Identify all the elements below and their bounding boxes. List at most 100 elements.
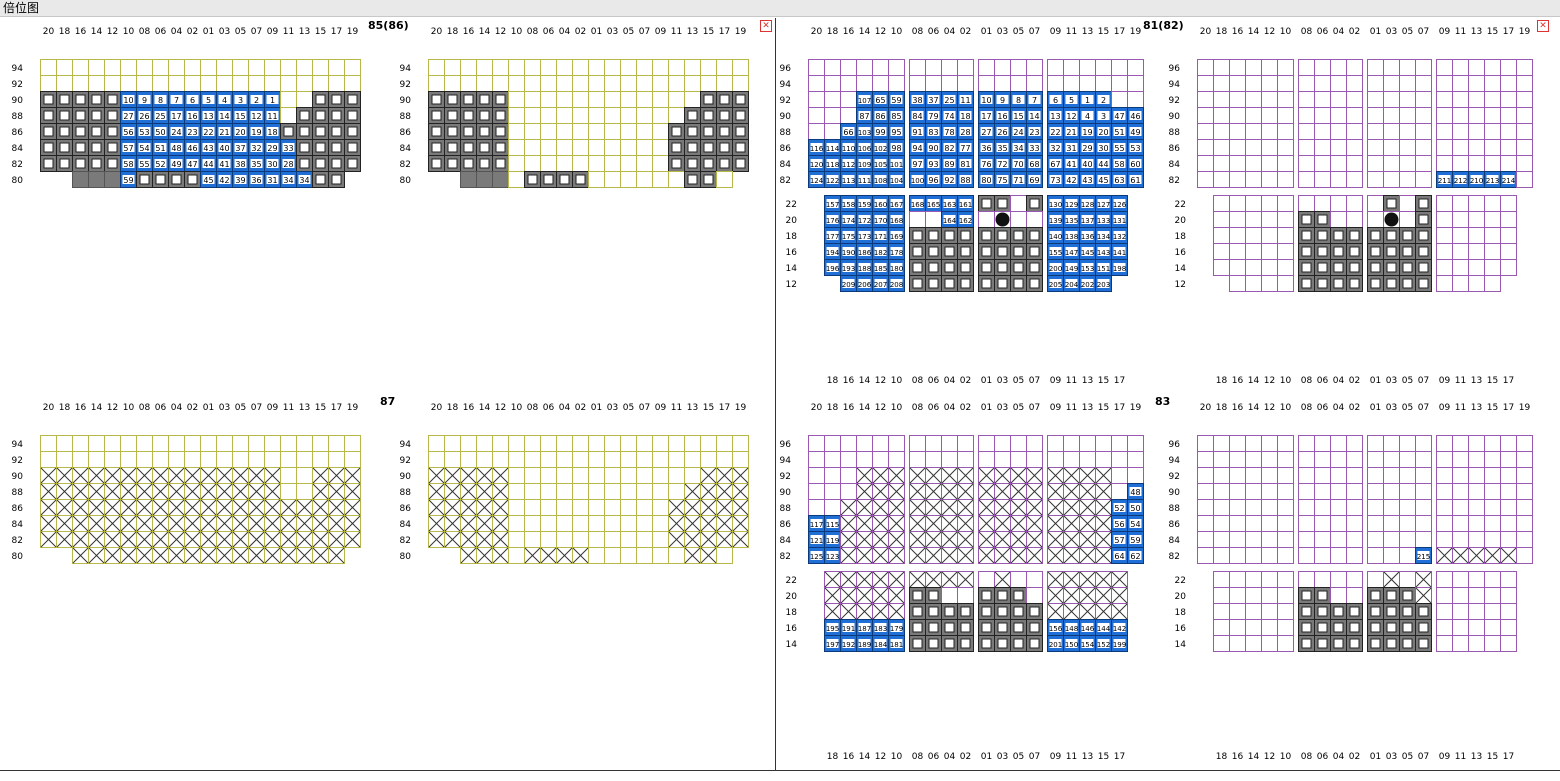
empty-slot [280,107,297,124]
column-label: 19 [347,403,359,413]
column-label: 02 [575,27,586,37]
empty-slot [1277,515,1294,532]
empty-slot [636,499,653,516]
empty-slot [312,435,329,452]
empty-slot [120,451,137,468]
slot-number: 3 [238,96,243,105]
slot-number: 77 [960,144,970,153]
empty-slot [652,531,669,548]
empty-slot [1383,75,1400,92]
empty-slot [264,59,281,76]
empty-slot [344,451,361,468]
column-label: 11 [1066,376,1077,386]
empty-slot [296,451,313,468]
slot-number: 115 [826,521,839,529]
empty-slot [1026,211,1043,228]
empty-slot [508,435,525,452]
empty-slot [978,211,995,228]
empty-slot [1346,91,1363,108]
column-label: 05 [1013,376,1024,386]
empty-slot [957,59,974,76]
empty-slot [652,515,669,532]
tier-label: 90 [780,112,792,122]
empty-slot [1298,531,1315,548]
empty-slot [824,451,841,468]
empty-slot [1330,211,1347,228]
empty-slot [1298,171,1315,188]
empty-slot [1229,59,1246,76]
column-label: 11 [1455,752,1466,762]
container-marker [447,142,458,153]
empty-slot [840,75,857,92]
empty-slot [1063,435,1080,452]
empty-slot [652,171,669,188]
empty-slot [1484,467,1501,484]
container-marker [1370,230,1381,241]
column-label: 01 [981,403,992,413]
slot-number: 35 [997,144,1007,153]
empty-slot [1436,603,1453,620]
empty-slot [216,59,233,76]
slot-number: 12 [251,112,261,121]
slot-number: 11 [267,112,277,121]
empty-slot [1436,107,1453,124]
container-marker [43,110,54,121]
tier-label: 86 [12,128,24,138]
slot-number: 162 [959,217,972,225]
container-marker [981,590,992,601]
empty-slot [296,435,313,452]
empty-slot [1415,123,1432,140]
empty-slot [1452,259,1469,276]
empty-slot [40,75,57,92]
container-marker [431,158,442,169]
slot-number: 130 [1049,201,1062,209]
container-marker [671,126,682,137]
empty-slot [684,435,701,452]
tier-label: 88 [780,128,792,138]
container-marker [347,126,358,137]
column-label: 20 [431,403,443,413]
empty-slot [1436,571,1453,588]
empty-slot [1346,499,1363,516]
empty-slot [1468,571,1485,588]
empty-slot [1229,619,1246,636]
empty-slot [328,451,345,468]
tier-label: 94 [780,456,792,466]
tier-label: 22 [786,576,797,586]
empty-slot [120,59,137,76]
slot-number: 94 [912,144,922,153]
empty-slot [460,59,477,76]
empty-slot [909,435,926,452]
slot-number: 121 [810,537,823,545]
empty-slot [732,75,749,92]
empty-slot [1415,107,1432,124]
empty-slot [72,75,89,92]
container-marker [1418,278,1429,289]
empty-slot [1415,467,1432,484]
slot-number: 6 [190,96,195,105]
empty-slot [1500,483,1517,500]
empty-slot [1314,171,1331,188]
empty-slot [1516,59,1533,76]
slot-number: 9 [1000,96,1005,105]
empty-slot [444,451,461,468]
empty-slot [1415,59,1432,76]
empty-slot [1298,195,1315,212]
container-marker [495,142,506,153]
empty-slot [1314,59,1331,76]
container-marker [1029,622,1040,633]
container-marker [1317,590,1328,601]
empty-slot [1436,435,1453,452]
empty-slot [588,59,605,76]
container-marker [1029,230,1040,241]
column-label: 14 [91,403,103,413]
container-marker [735,126,746,137]
empty-slot [1314,75,1331,92]
column-label: 05 [1013,403,1024,413]
slot-number: 193 [842,265,855,273]
empty-slot [620,75,637,92]
slot-number: 199 [1113,641,1126,649]
empty-slot [1484,59,1501,76]
empty-slot [1399,571,1416,588]
empty-slot [1468,227,1485,244]
